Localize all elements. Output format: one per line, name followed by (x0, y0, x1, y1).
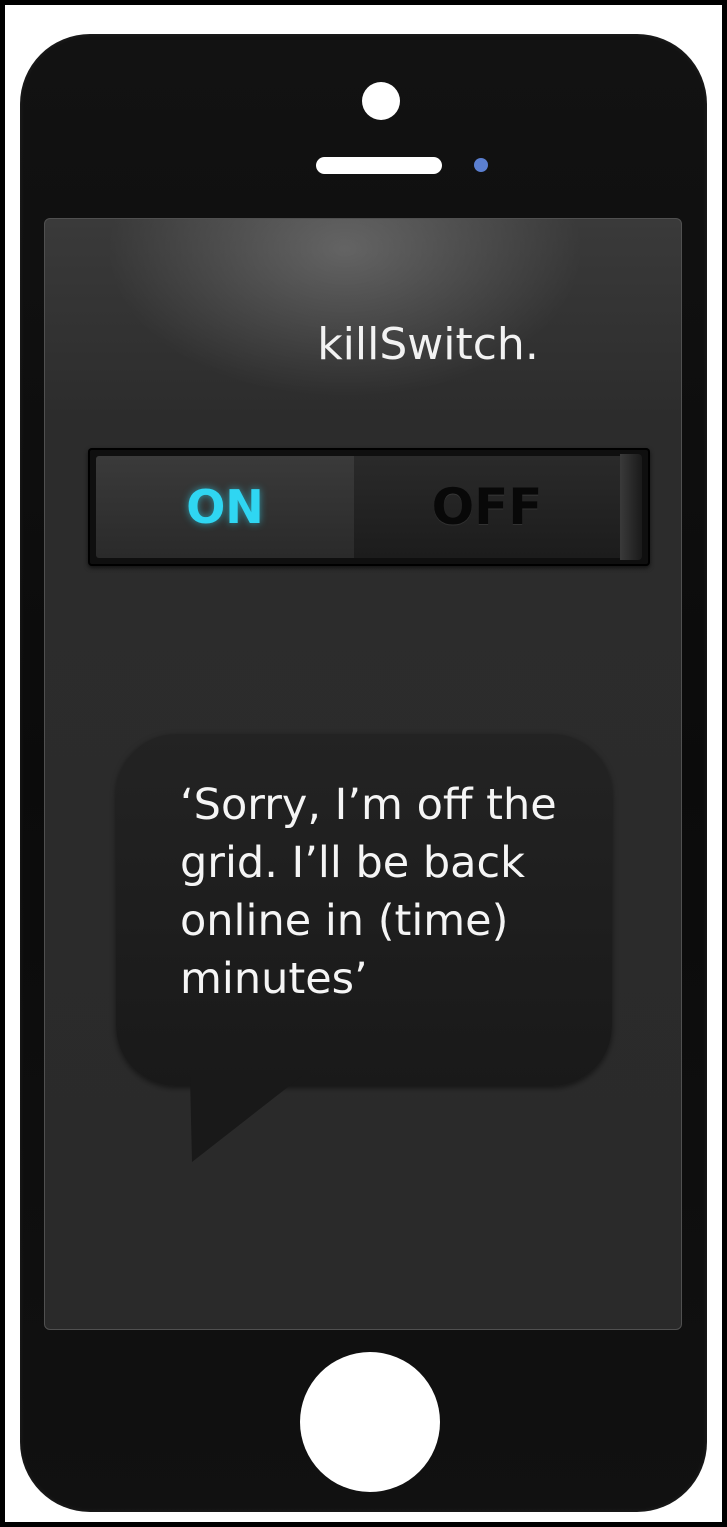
home-button[interactable] (300, 1352, 440, 1492)
app-title: killSwitch. (317, 319, 539, 370)
toggle-off-label[interactable]: OFF (354, 456, 620, 558)
toggle-handle[interactable] (620, 454, 642, 560)
speaker-icon (316, 157, 442, 174)
auto-reply-message: ‘Sorry, I’m off the grid. I’ll be back o… (180, 780, 557, 1004)
message-bubble-tail (190, 1076, 302, 1162)
toggle-on-label[interactable]: ON (96, 456, 354, 558)
camera-icon (362, 82, 400, 120)
kill-switch-toggle[interactable]: ON OFF (88, 448, 650, 566)
sensor-icon (474, 158, 488, 172)
